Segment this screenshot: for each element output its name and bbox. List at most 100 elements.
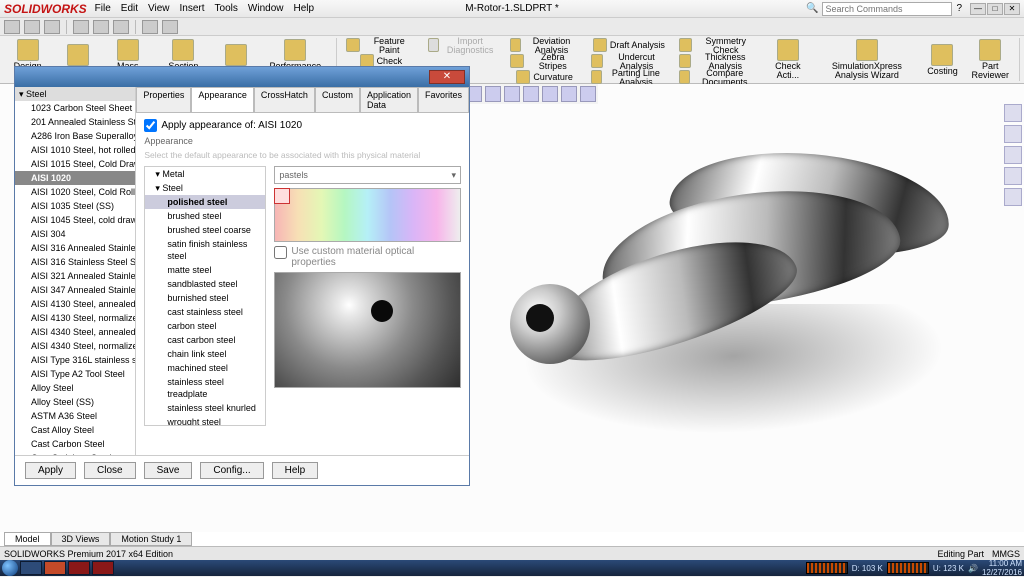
material-item[interactable]: AISI 347 Annealed Stainless Steel (SS) <box>15 283 135 297</box>
material-item[interactable]: AISI Type 316L stainless steel <box>15 353 135 367</box>
material-item[interactable]: AISI 1015 Steel, Cold Drawn (SS) <box>15 157 135 171</box>
disk-graph-u[interactable] <box>887 562 929 574</box>
curvature-button[interactable]: Curvature <box>507 70 581 85</box>
appearance-cat-metal[interactable]: ▾ Metal <box>145 167 265 181</box>
use-custom-input[interactable] <box>274 246 287 259</box>
appearance-item[interactable]: stainless steel knurled <box>145 401 265 415</box>
solidworks-taskbar-icon[interactable] <box>68 561 90 575</box>
material-item[interactable]: 1023 Carbon Steel Sheet (SS) <box>15 101 135 115</box>
dialog-tab-crosshatch[interactable]: CrossHatch <box>254 87 315 112</box>
menu-tools[interactable]: Tools <box>215 3 238 14</box>
material-item[interactable]: Cast Alloy Steel <box>15 423 135 437</box>
appearance-item[interactable]: matte steel <box>145 263 265 277</box>
material-item[interactable]: Alloy Steel <box>15 381 135 395</box>
material-item[interactable]: AISI 4130 Steel, annealed at 865C <box>15 297 135 311</box>
dialog-tab-appearance[interactable]: Appearance <box>191 87 254 112</box>
section-view-icon[interactable] <box>504 86 520 102</box>
material-item[interactable]: 201 Annealed Stainless Steel (SS) <box>15 115 135 129</box>
appearance-item[interactable]: machined steel <box>145 361 265 375</box>
appearance-item[interactable]: carbon steel <box>145 319 265 333</box>
material-item[interactable]: AISI Type A2 Tool Steel <box>15 367 135 381</box>
appearance-item[interactable]: cast stainless steel <box>145 305 265 319</box>
feature-paint-button[interactable]: Feature Paint <box>343 38 419 53</box>
bottom-tab-model[interactable]: Model <box>4 532 51 546</box>
undercut-analysis-button[interactable]: Undercut Analysis <box>588 54 670 69</box>
help-icon[interactable]: ? <box>956 3 962 14</box>
material-item[interactable]: AISI 316 Stainless Steel Sheet (SS) <box>15 255 135 269</box>
scene-icon[interactable] <box>523 86 539 102</box>
use-custom-checkbox[interactable]: Use custom material optical properties <box>274 246 461 268</box>
expand-panel-icon[interactable] <box>1004 104 1022 122</box>
dialog-tab-application-data[interactable]: Application Data <box>360 87 418 112</box>
thickness-analysis-button[interactable]: Thickness Analysis <box>676 54 760 69</box>
menu-file[interactable]: File <box>95 3 111 14</box>
open-icon[interactable] <box>24 20 40 34</box>
rebuild-icon[interactable] <box>162 20 178 34</box>
appearance-item[interactable]: brushed steel coarse <box>145 223 265 237</box>
menu-help[interactable]: Help <box>293 3 314 14</box>
solidworks-taskbar-icon-2[interactable] <box>92 561 114 575</box>
minimize-button[interactable]: — <box>970 3 986 15</box>
material-item[interactable]: AISI 4340 Steel, normalized <box>15 339 135 353</box>
part-reviewer-button[interactable]: Part Reviewer <box>967 38 1013 81</box>
start-button[interactable] <box>2 560 18 576</box>
appearances-panel-icon[interactable] <box>1004 125 1022 143</box>
material-item[interactable]: Cast Stainless Steel <box>15 451 135 455</box>
appearance-tree[interactable]: ▾ Metal ▾ Steelpolished steel brushed ste… <box>144 166 266 426</box>
apply-appearance-checkbox[interactable]: Apply appearance of: AISI 1020 <box>144 119 461 132</box>
material-item[interactable]: AISI 4340 Steel, annealed <box>15 325 135 339</box>
save-button[interactable]: Save <box>144 462 193 479</box>
redo-icon[interactable] <box>113 20 129 34</box>
palette-combo[interactable]: pastels▾ <box>274 166 461 184</box>
undo-icon[interactable] <box>93 20 109 34</box>
decals-panel-icon[interactable] <box>1004 146 1022 164</box>
menu-window[interactable]: Window <box>248 3 284 14</box>
bottom-tab-motion-study-1[interactable]: Motion Study 1 <box>110 532 192 546</box>
dialog-tab-favorites[interactable]: Favorites <box>418 87 469 112</box>
save-icon[interactable] <box>44 20 60 34</box>
color-palette[interactable] <box>274 188 461 242</box>
menu-insert[interactable]: Insert <box>180 3 205 14</box>
compare-documents-button[interactable]: Compare Documents <box>676 70 760 85</box>
appearance-item[interactable]: burnished steel <box>145 291 265 305</box>
material-category-steel[interactable]: ▾ Steel <box>15 87 135 101</box>
material-item[interactable]: AISI 1035 Steel (SS) <box>15 199 135 213</box>
material-item[interactable]: AISI 321 Annealed Stainless Steel (SS) <box>15 269 135 283</box>
config-button[interactable]: Config... <box>200 462 263 479</box>
apply-button[interactable]: Apply <box>25 462 76 479</box>
dialog-tab-properties[interactable]: Properties <box>136 87 191 112</box>
options-icon[interactable] <box>142 20 158 34</box>
material-item[interactable]: ASTM A36 Steel <box>15 409 135 423</box>
material-tree[interactable]: ▾ Steel1023 Carbon Steel Sheet (SS)201 A… <box>15 87 136 455</box>
menu-edit[interactable]: Edit <box>121 3 138 14</box>
new-icon[interactable] <box>4 20 20 34</box>
help-button[interactable]: Help <box>272 462 319 479</box>
appearance-item[interactable]: wrought steel <box>145 415 265 426</box>
custom-props-icon[interactable] <box>1004 188 1022 206</box>
status-units[interactable]: MMGS <box>992 549 1020 559</box>
appearance-cat-steel[interactable]: ▾ Steel <box>145 181 265 195</box>
deviation-analysis-button[interactable]: Deviation Analysis <box>507 38 581 53</box>
check-active-button[interactable]: Check Acti... <box>766 38 811 81</box>
maximize-button[interactable]: □ <box>987 3 1003 15</box>
simulationxpress-button[interactable]: SimulationXpress Analysis Wizard <box>816 38 917 81</box>
tray-sound-icon[interactable]: 🔊 <box>968 564 978 573</box>
appearance-item[interactable]: chain link steel <box>145 347 265 361</box>
material-item[interactable]: AISI 1010 Steel, hot rolled bar <box>15 143 135 157</box>
dialog-close-button[interactable]: ✕ <box>429 70 465 84</box>
disk-graph-d[interactable] <box>806 562 848 574</box>
appearance-item[interactable]: stainless steel treadplate <box>145 375 265 401</box>
appearance-icon[interactable] <box>542 86 558 102</box>
display-style-icon[interactable] <box>485 86 501 102</box>
material-item[interactable]: AISI 304 <box>15 227 135 241</box>
apply-appearance-input[interactable] <box>144 119 157 132</box>
menu-view[interactable]: View <box>148 3 170 14</box>
appearance-item[interactable]: polished steel <box>145 195 265 209</box>
material-item[interactable]: AISI 316 Annealed Stainless Steel Bar (S… <box>15 241 135 255</box>
search-commands-input[interactable] <box>822 2 952 16</box>
appearance-item[interactable]: sandblasted steel <box>145 277 265 291</box>
parting-line-analysis-button[interactable]: Parting Line Analysis <box>588 70 670 85</box>
explorer-taskbar-icon[interactable] <box>20 561 42 575</box>
appearance-item[interactable]: cast carbon steel <box>145 333 265 347</box>
material-item[interactable]: A286 Iron Base Superalloy <box>15 129 135 143</box>
